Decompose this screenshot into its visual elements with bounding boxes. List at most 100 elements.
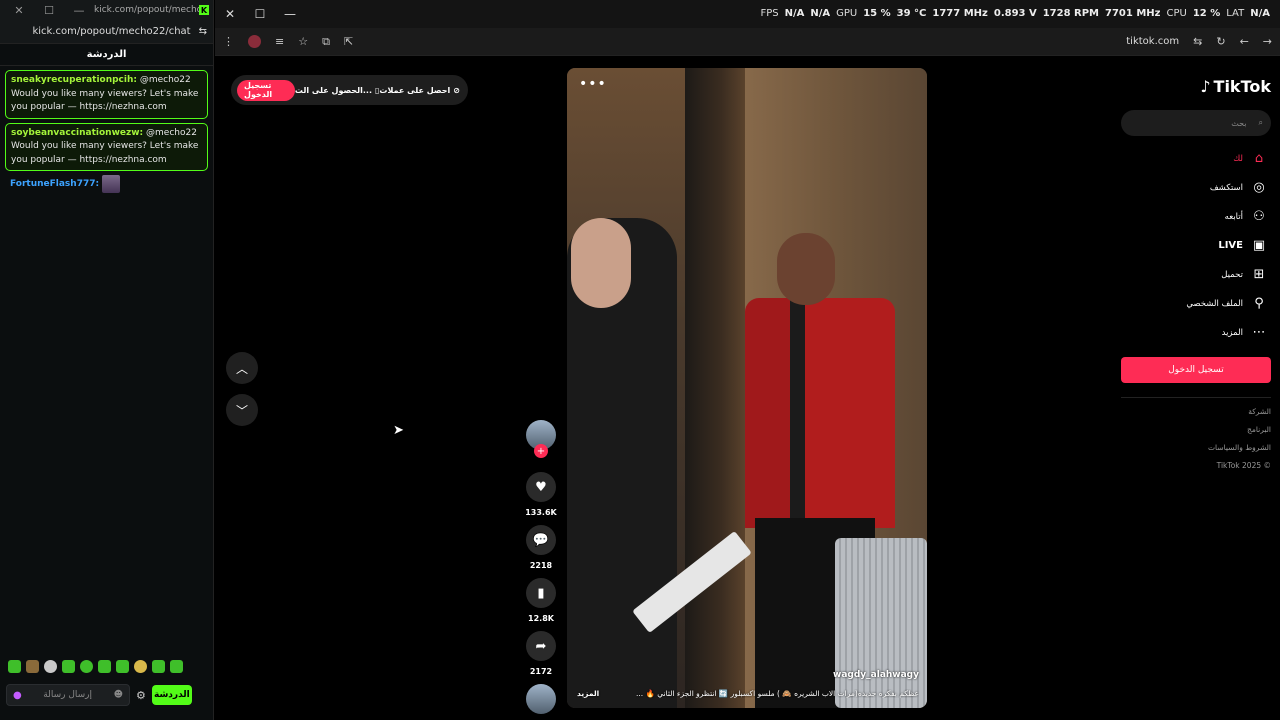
coin-icon: ⊘ (453, 85, 460, 95)
upload-icon: ⊞ (1253, 267, 1265, 282)
previous-video-button[interactable]: ︿ (226, 352, 258, 384)
emote-icon[interactable] (134, 660, 147, 673)
emote-bar (8, 660, 183, 673)
chat-send-button[interactable]: الدردشة (151, 685, 192, 705)
search-placeholder: بحث (1231, 118, 1247, 128)
video-menu-icon[interactable]: ••• (579, 76, 607, 92)
sidebar-login-button[interactable]: تسجيل الدخول (1121, 357, 1271, 383)
back-icon[interactable]: ← (1240, 35, 1249, 48)
emote-icon[interactable] (152, 660, 165, 673)
nav-item-for-you[interactable]: لك ⌂ (1121, 144, 1271, 173)
chat-message[interactable]: sneakyrecuperationpcih: @mecho22 Would y… (5, 70, 208, 119)
video-scene-suitcase (835, 538, 927, 708)
chat-message[interactable]: FortuneFlash777: (10, 175, 213, 193)
like-count: 133.6K (525, 508, 557, 517)
chat-header: الدردشة (0, 44, 213, 66)
nav-item-following[interactable]: أتابعه ⚇ (1121, 202, 1271, 231)
tiktok-logo[interactable]: ♪ TikTok (1121, 70, 1271, 102)
browser-toolbar: ⋮ ≡ ☆ ⧉ ⇱ tiktok.com ⇆ ↻ ← → (215, 28, 1280, 56)
search-input[interactable]: بحث ⌕ (1121, 110, 1271, 136)
footer-link-terms[interactable]: الشروط والسياسات (1121, 442, 1271, 454)
nav-item-label: لك (1233, 153, 1243, 164)
nav-item-label: أتابعه (1224, 211, 1243, 222)
minimize-icon[interactable]: — (64, 4, 94, 17)
minimize-icon[interactable]: — (275, 7, 305, 21)
get-coins-button[interactable]: احصل على عملات ⊘ (379, 86, 460, 95)
star-icon[interactable]: ☆ (298, 35, 308, 48)
share-icon[interactable]: ⇱ (344, 35, 353, 48)
video-scene-man-head (777, 233, 835, 305)
emote-icon (102, 175, 121, 193)
gear-icon[interactable]: ⚙ (136, 689, 146, 702)
save-button[interactable]: ▮ (526, 578, 556, 608)
chat-input[interactable]: ● إرسال رسالة ☻ (6, 684, 130, 706)
chat-url[interactable]: kick.com/popout/mecho22/chat (32, 26, 190, 37)
get-app-label: الحصول على الت... (294, 85, 373, 95)
nav-item-more[interactable]: المزيد ⋯ (1121, 318, 1271, 347)
gpu-clock: 1777 MHz (932, 8, 988, 19)
caption-more-button[interactable]: المزيد (577, 689, 599, 698)
search-icon[interactable]: ⌕ (1259, 118, 1263, 128)
tiktok-logo-text: TikTok (1213, 76, 1271, 96)
chat-urlbar: kick.com/popout/mecho22/chat ⇆ (0, 20, 213, 44)
chat-input-row: ● إرسال رسالة ☻ ⚙ الدردشة (6, 684, 209, 706)
close-icon[interactable]: ✕ (4, 4, 34, 17)
nav-item-profile[interactable]: الملف الشخصي ⚲ (1121, 289, 1271, 318)
creator-avatar[interactable]: + (526, 420, 556, 458)
reader-icon[interactable]: ≡ (275, 35, 284, 48)
forward-icon[interactable]: → (1263, 35, 1272, 48)
tiktok-sidebar: ♪ TikTok بحث ⌕ لك ⌂ استكشف ◎ أتابعه ⚇ LIVE ▣ … (1121, 70, 1271, 472)
site-settings-icon[interactable]: ⇆ (199, 26, 207, 37)
emote-icon[interactable] (170, 660, 183, 673)
emote-icon[interactable] (98, 660, 111, 673)
chat-window: ✕ ☐ — kick.com/popout/mecho22/... K kick… (0, 0, 214, 720)
nav-item-explore[interactable]: استكشف ◎ (1121, 173, 1271, 202)
mem-clock: 7701 MHz (1105, 8, 1161, 19)
video-scene-door (685, 68, 745, 708)
nav-item-label: المزيد (1221, 327, 1243, 338)
get-app-button[interactable]: الحصول على الت... ▯ (295, 86, 380, 95)
chat-username[interactable]: soybeanvaccinationwezw: (11, 128, 143, 138)
chat-username[interactable]: sneakyrecuperationpcih: (11, 75, 137, 85)
emote-icon[interactable] (62, 660, 75, 673)
site-settings-icon[interactable]: ⇆ (1193, 35, 1202, 48)
chat-username[interactable]: FortuneFlash777: (10, 179, 99, 189)
comment-button[interactable]: 💬 (526, 525, 556, 555)
footer-copyright: TikTok 2025 © (1216, 461, 1271, 470)
microphone-icon[interactable]: ● (13, 690, 22, 701)
emote-icon[interactable] (8, 660, 21, 673)
video-author[interactable]: wagdy_alahwagy (833, 670, 919, 680)
translate-icon[interactable]: ⧉ (322, 35, 330, 49)
emote-icon[interactable] (26, 660, 39, 673)
nav-item-label: الملف الشخصي (1186, 298, 1243, 309)
login-button[interactable]: تسجيل الدخول (237, 79, 295, 101)
close-icon[interactable]: ✕ (215, 7, 245, 21)
like-button[interactable]: ♥ (526, 472, 556, 502)
share-button[interactable]: ➦ (526, 631, 556, 661)
reload-icon[interactable]: ↻ (1216, 35, 1225, 48)
live-icon: ▣ (1252, 238, 1266, 253)
emoji-icon[interactable]: ☻ (114, 690, 123, 700)
chat-message[interactable]: soybeanvaccinationwezw: @mecho22 Would y… (5, 122, 208, 171)
gpu-voltage: 0.893 V (993, 8, 1037, 19)
emote-icon[interactable] (44, 660, 57, 673)
footer-link-program[interactable]: البرنامج (1121, 424, 1271, 436)
maximize-icon[interactable]: ☐ (245, 7, 275, 21)
gpu-usage: 15 % (863, 8, 891, 19)
menu-icon[interactable]: ⋮ (223, 35, 234, 48)
video-player[interactable]: ••• wagdy_alahwagy المزيد عظكم بفكره جدي… (567, 68, 927, 708)
next-video-button[interactable]: ﹀ (226, 394, 258, 426)
follow-plus-icon[interactable]: + (534, 444, 548, 458)
footer-link-company[interactable]: الشركة (1121, 406, 1271, 418)
chat-window-title: kick.com/popout/mecho22/... (94, 5, 199, 15)
emote-icon[interactable] (116, 660, 129, 673)
chat-titlebar: ✕ ☐ — kick.com/popout/mecho22/... K (0, 0, 213, 20)
nav-item-upload[interactable]: تحميل ⊞ (1121, 260, 1271, 289)
emote-icon[interactable] (80, 660, 93, 673)
lat-value: N/A (1250, 8, 1270, 19)
address-bar[interactable]: tiktok.com (1126, 36, 1179, 47)
nav-item-live[interactable]: LIVE ▣ (1121, 231, 1271, 260)
maximize-icon[interactable]: ☐ (34, 4, 64, 17)
music-disc-avatar[interactable] (526, 684, 556, 714)
nav-item-label: LIVE (1218, 240, 1243, 251)
